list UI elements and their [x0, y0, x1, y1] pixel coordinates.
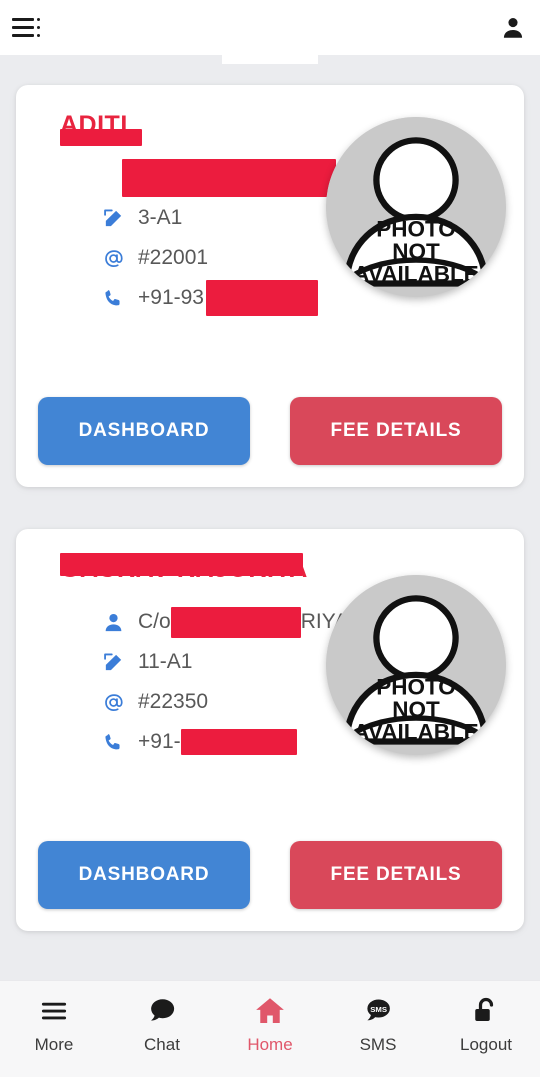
avatar-line-2: NOT — [392, 697, 440, 722]
phone-icon — [100, 285, 126, 311]
menu-dot — [37, 34, 40, 37]
nav-label-chat: Chat — [144, 1035, 180, 1054]
edit-icon — [100, 205, 126, 231]
avatar-line-3: AVAILABLE — [353, 720, 478, 745]
nav-item-sms[interactable]: SMS SMS — [328, 994, 428, 1055]
student-card[interactable]: ADITI 3-A1 #22001 +91-93 PHOTO NOT AVAIL… — [16, 85, 524, 487]
sms-bubble-icon: SMS — [363, 994, 393, 1028]
person-small-icon — [100, 609, 126, 635]
student-name-wrap: ADITI — [38, 107, 142, 146]
class-label: 3-A1 — [138, 206, 183, 229]
at-sign-icon — [100, 245, 126, 271]
hamburger-icon — [39, 994, 69, 1028]
nav-label-home: Home — [247, 1035, 293, 1054]
at-sign-icon — [100, 689, 126, 715]
app-header — [0, 0, 540, 55]
student-name-wrap: GAURAV RAJORIYA — [38, 551, 308, 584]
header-notch — [222, 55, 318, 64]
photo-not-available-graphic: PHOTO NOT AVAILABLE — [326, 575, 506, 755]
nav-label-sms: SMS — [359, 1035, 397, 1054]
unlock-icon — [471, 994, 501, 1028]
menu-line — [12, 26, 34, 29]
admission-label: #22001 — [138, 246, 209, 269]
redaction-bar-name — [60, 129, 142, 146]
nav-label-more: More — [34, 1035, 74, 1054]
fee-details-button[interactable]: FEE DETAILS — [290, 841, 502, 909]
chat-bubble-icon — [147, 994, 177, 1028]
avatar-line-1: PHOTO — [376, 217, 456, 242]
class-label: 11-A1 — [138, 650, 193, 673]
redaction-bar-phone — [205, 280, 318, 316]
menu-line-row — [12, 34, 46, 37]
menu-dot — [37, 26, 40, 29]
avatar-line-2: NOT — [392, 239, 440, 264]
svg-text:SMS: SMS — [370, 1005, 387, 1014]
fee-details-button[interactable]: FEE DETAILS — [290, 397, 502, 465]
menu-line — [12, 18, 34, 21]
card-actions: DASHBOARD FEE DETAILS — [38, 397, 502, 465]
app-screen: ADITI 3-A1 #22001 +91-93 PHOTO NOT AVAIL… — [0, 0, 540, 1077]
phone-icon — [100, 729, 126, 755]
avatar-placeholder: PHOTO NOT AVAILABLE — [326, 117, 506, 297]
menu-dot — [37, 18, 40, 21]
bottom-navigation: More Chat Home SMS SMS Logout — [0, 980, 540, 1077]
nav-item-home[interactable]: Home — [220, 994, 320, 1055]
redaction-bar-guardian — [122, 159, 336, 197]
person-icon[interactable] — [500, 14, 526, 42]
admission-label: #22350 — [138, 690, 209, 713]
avatar-placeholder: PHOTO NOT AVAILABLE — [326, 575, 506, 755]
student-list[interactable]: ADITI 3-A1 #22001 +91-93 PHOTO NOT AVAIL… — [0, 55, 540, 980]
avatar-line-1: PHOTO — [376, 675, 456, 700]
edit-icon — [100, 649, 126, 675]
avatar-line-3: AVAILABLE — [353, 262, 478, 287]
redaction-bar-guardian — [170, 606, 301, 638]
list-menu-icon[interactable] — [12, 13, 46, 43]
student-card[interactable]: GAURAV RAJORIYA C/o RIYA — [16, 529, 524, 931]
home-icon — [254, 994, 286, 1028]
phone-label: +91- — [138, 730, 181, 753]
photo-not-available-graphic: PHOTO NOT AVAILABLE — [326, 117, 506, 297]
nav-item-logout[interactable]: Logout — [436, 994, 536, 1055]
redaction-bar-phone — [180, 729, 297, 755]
nav-label-logout: Logout — [460, 1035, 512, 1054]
menu-line — [12, 34, 34, 37]
dashboard-button[interactable]: DASHBOARD — [38, 841, 250, 909]
card-actions: DASHBOARD FEE DETAILS — [38, 841, 502, 909]
menu-line-row — [12, 18, 46, 21]
dashboard-button[interactable]: DASHBOARD — [38, 397, 250, 465]
nav-item-more[interactable]: More — [4, 994, 104, 1055]
menu-line-row — [12, 26, 46, 29]
redaction-bar-name — [60, 553, 303, 576]
guardian-prefix: C/o — [138, 610, 171, 633]
nav-item-chat[interactable]: Chat — [112, 994, 212, 1055]
phone-label: +91-93 — [138, 286, 204, 309]
